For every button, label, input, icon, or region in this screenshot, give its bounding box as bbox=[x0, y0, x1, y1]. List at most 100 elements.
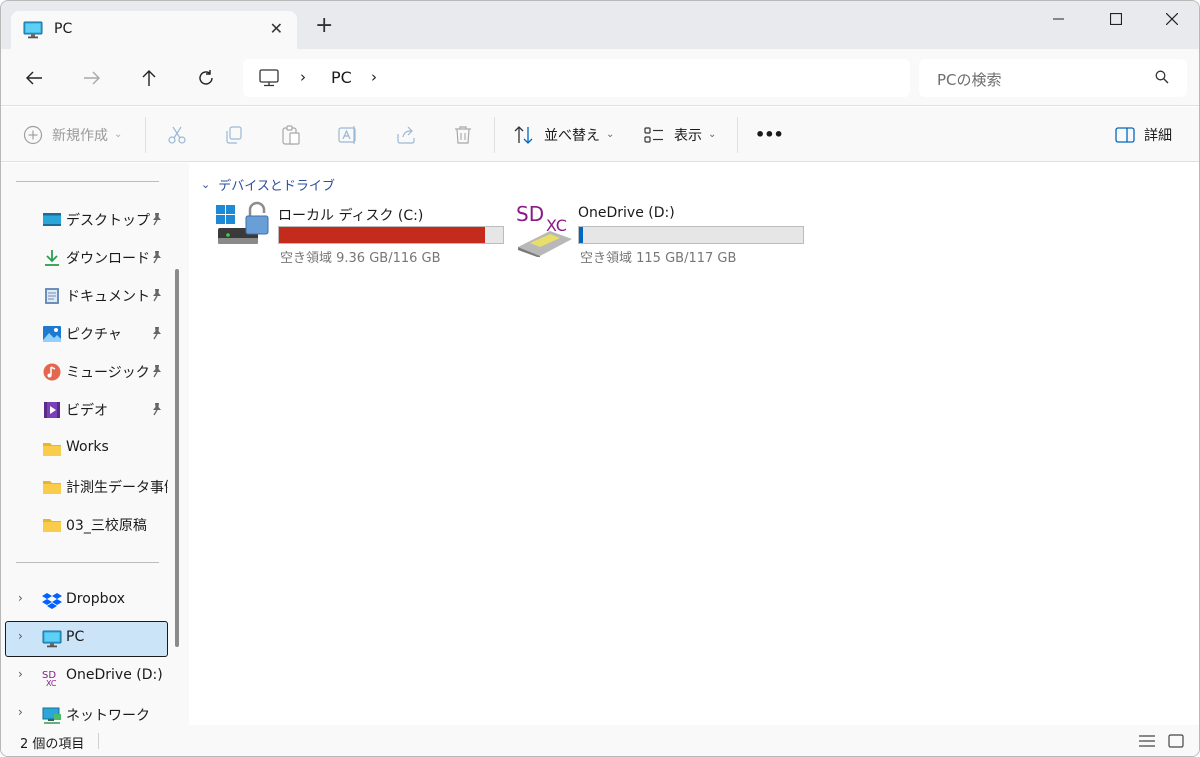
large-icons-view-button[interactable] bbox=[1166, 731, 1186, 751]
more-options-button[interactable]: ••• bbox=[755, 107, 784, 162]
new-tab-button[interactable]: + bbox=[315, 15, 333, 37]
refresh-button[interactable] bbox=[191, 63, 221, 93]
search-box[interactable]: PCの検索 bbox=[919, 59, 1187, 97]
chevron-right-icon[interactable]: › bbox=[371, 68, 377, 86]
sidebar-item-label: ミュージック bbox=[66, 365, 150, 381]
folder-icon bbox=[43, 443, 61, 456]
sidebar-item-videos[interactable]: ビデオ bbox=[5, 392, 168, 428]
content-pane: ⌄ デバイスとドライブ ローカル ディスク (C:) 空き領域 9.36 GB/… bbox=[189, 163, 1199, 725]
desktop-icon bbox=[43, 213, 61, 226]
pc-icon bbox=[42, 630, 62, 648]
sidebar-scrollbar[interactable] bbox=[175, 269, 179, 647]
download-icon bbox=[45, 250, 59, 266]
sidebar-item-desktop[interactable]: デスクトップ bbox=[5, 202, 168, 238]
forward-button[interactable] bbox=[77, 63, 107, 93]
sidebar-item-downloads[interactable]: ダウンロード bbox=[5, 240, 168, 276]
sidebar-item-label: ビデオ bbox=[66, 403, 108, 419]
sidebar-item-pc[interactable]: › PC bbox=[5, 621, 168, 657]
chevron-down-icon: ⌄ bbox=[201, 178, 211, 191]
sidebar-item-music[interactable]: ミュージック bbox=[5, 354, 168, 390]
music-icon bbox=[43, 363, 61, 381]
drive-usage-bar bbox=[578, 226, 804, 244]
paste-icon bbox=[282, 124, 300, 145]
item-count: 2 個の項目 bbox=[20, 737, 85, 752]
pin-icon[interactable] bbox=[151, 250, 163, 264]
rename-button[interactable] bbox=[337, 107, 359, 162]
chevron-right-icon[interactable]: › bbox=[18, 591, 23, 605]
drive-c[interactable]: ローカル ディスク (C:) 空き領域 9.36 GB/116 GB bbox=[216, 201, 516, 271]
drive-d[interactable]: SD XC OneDrive (D:) 空き領域 115 GB/117 GB bbox=[516, 201, 816, 271]
up-button[interactable] bbox=[134, 63, 164, 93]
rename-icon bbox=[338, 125, 356, 144]
drive-usage-fill bbox=[279, 227, 485, 243]
pin-icon[interactable] bbox=[151, 364, 163, 378]
drive-name: ローカル ディスク (C:) bbox=[278, 208, 424, 224]
svg-text:SD: SD bbox=[516, 202, 544, 226]
pin-icon[interactable] bbox=[151, 212, 163, 226]
close-icon bbox=[1166, 13, 1178, 25]
cut-button[interactable] bbox=[166, 107, 188, 162]
sidebar-item-pictures[interactable]: ピクチャ bbox=[5, 316, 168, 352]
search-placeholder: PCの検索 bbox=[937, 71, 1002, 89]
sidebar-item-onedrive-d[interactable]: › SD XC OneDrive (D:) bbox=[5, 659, 168, 695]
arrow-right-icon bbox=[84, 71, 100, 85]
sidebar-item-label: PC bbox=[66, 629, 85, 645]
pin-icon[interactable] bbox=[151, 326, 163, 340]
file-explorer-window: PC ✕ + › PC › PCの検索 新規作成 ⌄ 並べ替え ⌄ 表示 ⌄ •… bbox=[0, 0, 1200, 757]
sidebar-item-dropbox[interactable]: › Dropbox bbox=[5, 583, 168, 619]
maximize-icon bbox=[1110, 13, 1122, 25]
sidebar-item-label: Works bbox=[66, 439, 109, 455]
delete-button[interactable] bbox=[452, 107, 474, 162]
chevron-right-icon[interactable]: › bbox=[300, 68, 306, 86]
group-title: デバイスとドライブ bbox=[218, 179, 335, 194]
details-view-icon bbox=[1139, 735, 1155, 747]
sidebar-item-measurement-data[interactable]: 計測生データ事例 bbox=[5, 469, 168, 505]
divider bbox=[145, 117, 146, 153]
divider bbox=[494, 117, 495, 153]
details-pane-icon bbox=[1115, 126, 1135, 143]
sdxc-icon: SDXC bbox=[42, 670, 57, 686]
chevron-right-icon[interactable]: › bbox=[18, 667, 23, 681]
status-bar: 2 個の項目 bbox=[1, 725, 1199, 756]
close-window-button[interactable] bbox=[1144, 1, 1199, 37]
sidebar-item-third-proof[interactable]: 03_三校原稿 bbox=[5, 507, 168, 543]
minimize-button[interactable] bbox=[1031, 1, 1087, 37]
drive-free-space: 空き領域 115 GB/117 GB bbox=[580, 251, 737, 266]
pin-icon[interactable] bbox=[151, 402, 163, 416]
sidebar-item-label: ドキュメント bbox=[66, 289, 150, 305]
navigation-pane: デスクトップ ダウンロード ドキュメント ピクチャ ミュージック ビデオ Wor… bbox=[1, 163, 189, 725]
view-button[interactable]: 表示 ⌄ bbox=[643, 107, 716, 162]
share-button[interactable] bbox=[395, 107, 417, 162]
chevron-down-icon: ⌄ bbox=[708, 129, 717, 140]
sidebar-item-label: ネットワーク bbox=[66, 708, 150, 724]
group-header-devices[interactable]: ⌄ デバイスとドライブ bbox=[201, 175, 335, 194]
chevron-right-icon[interactable]: › bbox=[18, 705, 23, 719]
monitor-icon bbox=[259, 69, 279, 87]
tab-pc[interactable]: PC ✕ bbox=[11, 11, 297, 49]
tab-close-icon[interactable]: ✕ bbox=[270, 19, 283, 38]
sidebar-item-label: Dropbox bbox=[66, 591, 125, 607]
details-view-button[interactable] bbox=[1137, 731, 1157, 751]
large-icons-view-icon bbox=[1168, 734, 1184, 748]
back-button[interactable] bbox=[19, 63, 49, 93]
chevron-right-icon[interactable]: › bbox=[18, 629, 23, 643]
copy-button[interactable] bbox=[223, 107, 245, 162]
pictures-icon bbox=[43, 326, 61, 342]
maximize-button[interactable] bbox=[1088, 1, 1144, 37]
divider bbox=[737, 117, 738, 153]
view-list-icon bbox=[644, 126, 663, 143]
new-button[interactable]: 新規作成 ⌄ bbox=[23, 107, 122, 162]
trash-icon bbox=[455, 125, 471, 144]
address-bar[interactable]: › PC › bbox=[243, 59, 910, 97]
sort-button[interactable]: 並べ替え ⌄ bbox=[513, 107, 614, 162]
sidebar-item-label: デスクトップ bbox=[66, 213, 150, 229]
share-icon bbox=[397, 126, 415, 144]
paste-button[interactable] bbox=[280, 107, 302, 162]
sidebar-item-documents[interactable]: ドキュメント bbox=[5, 278, 168, 314]
breadcrumb-pc[interactable]: PC bbox=[331, 68, 352, 87]
details-pane-button[interactable]: 詳細 bbox=[1115, 107, 1172, 162]
pin-icon[interactable] bbox=[151, 288, 163, 302]
sidebar-item-works[interactable]: Works bbox=[5, 431, 168, 467]
refresh-icon bbox=[199, 70, 213, 85]
chevron-down-icon: ⌄ bbox=[606, 129, 615, 140]
